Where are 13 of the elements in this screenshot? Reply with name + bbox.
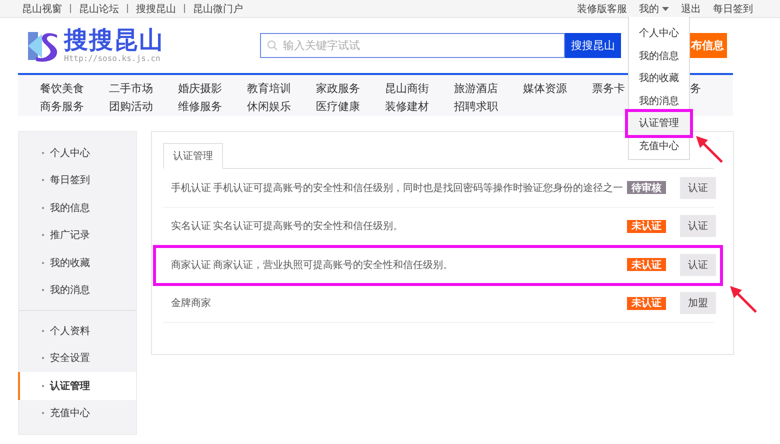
verification-name: 手机认证: [170, 182, 212, 195]
status-badge: 未认证: [627, 258, 666, 272]
verification-name: 商家认证: [170, 258, 212, 272]
verification-name: 金牌商家: [170, 296, 212, 310]
verification-description: 商家认证，营业执照可提高账号的安全性和信任级别。: [213, 260, 453, 271]
verification-description: 手机认证可提高账号的安全性和信任级别，同时也是找回密码等操作时验证您身份的途径之一: [213, 182, 623, 194]
status-badge: 待审核: [627, 181, 666, 194]
status-badge: 未认证: [627, 220, 666, 233]
verification-description: 实名认证可提高账号的安全性和信任级别。: [213, 221, 403, 232]
status-badge: 未认证: [627, 296, 666, 310]
logo-text: 搜搜昆山: [64, 28, 164, 52]
verification-name: 实名认证: [170, 220, 212, 234]
logo-url: Http://soso.ks.js.cn: [64, 54, 162, 63]
